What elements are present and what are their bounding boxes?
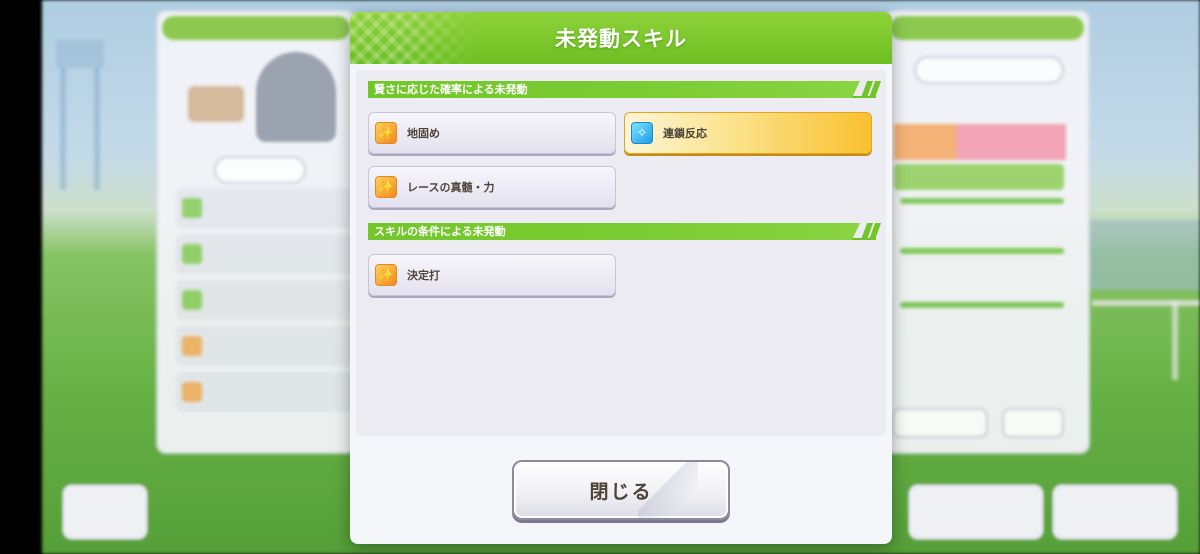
screen-edge <box>0 0 42 554</box>
skill-name: 連鎖反応 <box>663 127 707 140</box>
skill-name: 地固め <box>407 127 440 140</box>
list-item <box>176 372 354 412</box>
list-item <box>176 326 354 366</box>
list-item <box>176 188 354 228</box>
rank-badge <box>188 86 244 122</box>
list-item <box>176 234 354 274</box>
background-left-panel <box>156 10 356 454</box>
skill-card[interactable]: ✨ 地固め <box>368 112 616 154</box>
section-header-condition: スキルの条件による未発動 <box>368 222 882 240</box>
section-header-wisdom: 賢さに応じた確率による未発動 <box>368 80 882 98</box>
skill-name: 決定打 <box>407 269 440 282</box>
skill-card[interactable]: ✨ 決定打 <box>368 254 616 296</box>
background-right-panel <box>884 10 1090 454</box>
skill-card-gold[interactable]: ✧ 連鎖反応 <box>624 112 872 154</box>
background-rail <box>1092 300 1200 306</box>
background-rail-post <box>1172 300 1178 380</box>
background-course-button <box>908 484 1044 540</box>
skill-name: レースの真髄・力 <box>407 181 495 194</box>
background-stand <box>1082 220 1200 290</box>
sparkle-icon: ✧ <box>631 122 653 144</box>
running-shoe-icon: ✨ <box>375 264 397 286</box>
avatar <box>256 52 336 142</box>
dialog-header: 未発動スキル <box>350 12 892 64</box>
background-skill-button <box>1052 484 1178 540</box>
background-back-button <box>62 484 148 540</box>
list-item <box>176 280 354 320</box>
close-button-label: 閉じる <box>589 480 653 503</box>
running-shoe-icon: ✨ <box>375 122 397 144</box>
close-button[interactable]: 閉じる <box>512 460 730 520</box>
dialog-title: 未発動スキル <box>555 27 687 51</box>
unactivated-skills-dialog: 未発動スキル 賢さに応じた確率による未発動 ✨ 地固め ✧ 連鎖反応 ✨ レース… <box>350 12 892 544</box>
background-tower <box>56 40 104 190</box>
running-shoe-icon: ✨ <box>375 176 397 198</box>
dialog-body: 賢さに応じた確率による未発動 ✨ 地固め ✧ 連鎖反応 ✨ レースの真髄・力 ス… <box>356 70 886 436</box>
skill-card[interactable]: ✨ レースの真髄・力 <box>368 166 616 208</box>
